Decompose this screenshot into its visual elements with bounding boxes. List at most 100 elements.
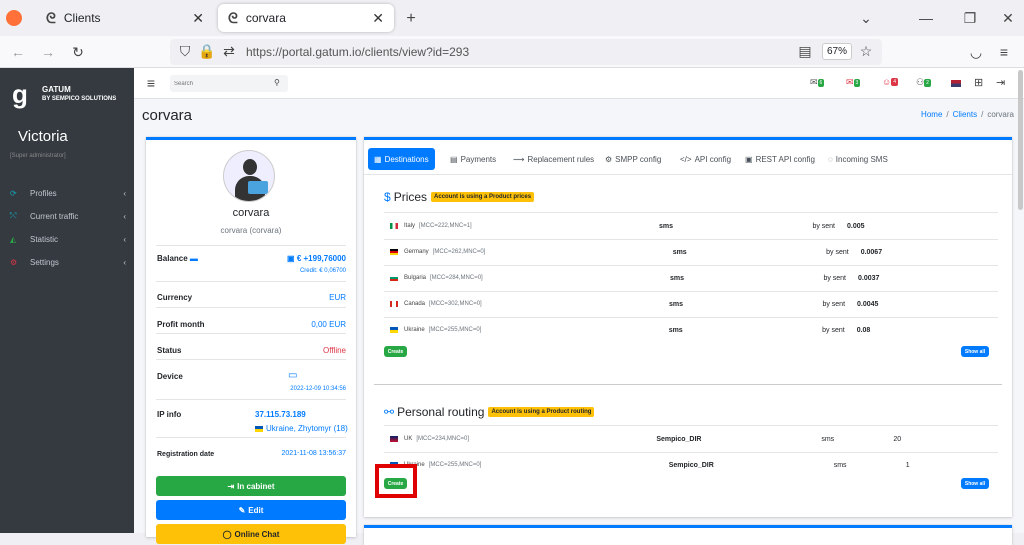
- profile-name: corvara: [232, 207, 270, 219]
- tab-incoming-sms[interactable]: ◌ Incoming SMS: [822, 148, 894, 170]
- tab-destinations[interactable]: ▦ Destinations: [368, 148, 435, 170]
- price-value: 0.0045: [857, 300, 879, 308]
- url-text[interactable]: https://portal.gatum.io/clients/view?id=…: [246, 45, 469, 59]
- ip-location[interactable]: Ukraine, Zhytomyr (18): [255, 424, 348, 433]
- edit-button[interactable]: ✎ Edit: [156, 500, 346, 520]
- ip-value[interactable]: 37.115.73.189: [255, 410, 306, 419]
- breadcrumb-home[interactable]: Home: [921, 110, 942, 119]
- in-cabinet-button[interactable]: ⇥ In cabinet: [156, 476, 346, 496]
- price-method: by sent: [812, 222, 836, 230]
- status-label: Status: [157, 346, 182, 355]
- list-tabs-icon[interactable]: ⌄: [858, 10, 874, 26]
- flag-icon: [390, 327, 398, 333]
- sidebar-item-profiles[interactable]: ⟳ Profiles ‹: [10, 185, 126, 201]
- menu-icon[interactable]: ≡: [996, 44, 1012, 60]
- flag-icon: [390, 301, 398, 307]
- next-card: [364, 525, 1012, 545]
- notif-alerts[interactable]: ✉ 3: [846, 77, 861, 88]
- tab-corvara[interactable]: ᘓ corvara ✕: [218, 4, 394, 32]
- registration-value: 2021-11-08 13:56:37: [281, 450, 346, 457]
- breadcrumb-clients[interactable]: Clients: [953, 110, 977, 119]
- price-country: Italy: [404, 223, 416, 229]
- sidebar-item-settings[interactable]: ⚙ Settings ‹: [10, 254, 126, 270]
- map-icon: ▦: [374, 154, 382, 164]
- back-icon[interactable]: ←: [10, 44, 26, 60]
- online-chat-button[interactable]: ◯ Online Chat: [156, 524, 346, 544]
- lock-icon[interactable]: 🔒: [198, 43, 215, 59]
- users-icon: ☺: [882, 77, 892, 87]
- tab-rest-api-config[interactable]: ▣ REST API config: [739, 148, 821, 170]
- price-row: Bulgaria [MCC=284,MNC=0] sms by sent 0.0037: [384, 265, 998, 291]
- price-country: Canada: [404, 301, 426, 307]
- notif-sms[interactable]: ✉ 6: [810, 77, 825, 88]
- close-tab-icon[interactable]: ✕: [372, 10, 384, 27]
- alert-icon: ✉: [846, 77, 854, 87]
- divider: [156, 437, 346, 438]
- reader-view-icon[interactable]: ▤: [798, 43, 812, 59]
- search-box[interactable]: ⚲: [170, 75, 288, 92]
- logout-icon[interactable]: ⇥: [996, 76, 1005, 89]
- new-tab-icon[interactable]: +: [402, 10, 420, 28]
- sms-icon: ✉: [810, 77, 818, 87]
- ip-label: IP info: [157, 410, 182, 419]
- zoom-level[interactable]: 67%: [822, 43, 853, 60]
- main-content: ≡ ⚲ ✉ 6 ✉ 3 ☺ 4 ⚇ 2 ⊞ ⇥ corvara Home/ Cl…: [134, 68, 1024, 545]
- price-value: 0.005: [847, 222, 865, 230]
- forward-icon[interactable]: →: [40, 44, 56, 60]
- routing-header: ⚯ Personal routing Account is using a Pr…: [384, 405, 595, 419]
- chat-icon: ◯: [222, 529, 232, 539]
- routing-show-all-button[interactable]: Show all: [961, 478, 989, 489]
- details-card: ▦ Destinations ▤ Payments ⟿ Replacement rul…: [364, 137, 1012, 517]
- balance-label: Balance ▬: [157, 254, 198, 263]
- profile-subname: corvara (corvara): [220, 226, 282, 235]
- tab-payments[interactable]: ▤ Payments: [444, 148, 502, 170]
- pocket-icon[interactable]: ◡: [968, 44, 984, 60]
- device-label: Device: [157, 372, 183, 381]
- price-type: sms: [672, 248, 687, 256]
- url-bar[interactable]: ⛉ 🔒 ⇄ https://portal.gatum.io/clients/vi…: [170, 39, 882, 65]
- sidebar-item-current-traffic[interactable]: ⤲ Current traffic ‹: [10, 208, 126, 224]
- avatar: [223, 150, 275, 202]
- restore-icon[interactable]: ❐: [962, 10, 978, 26]
- firefox-icon[interactable]: [6, 10, 22, 26]
- search-input[interactable]: [174, 77, 270, 90]
- notif-users[interactable]: ☺ 4: [882, 77, 898, 87]
- wallet-icon: ▬: [189, 254, 198, 263]
- tab-smpp-config[interactable]: ⚙ SMPP config: [599, 148, 667, 170]
- gatum-logo[interactable]: g: [12, 80, 30, 108]
- routing-priority: 1: [905, 461, 910, 469]
- tab-clients[interactable]: ᘓ Clients ✕: [36, 4, 214, 32]
- chevron-left-icon: ‹: [123, 188, 126, 198]
- highlight-box: [375, 464, 417, 498]
- page-scrollbar[interactable]: [1018, 70, 1023, 210]
- price-method: by sent: [823, 274, 847, 282]
- price-country: Ukraine: [404, 327, 425, 333]
- profiles-icon: ⟳: [10, 188, 17, 198]
- prices-show-all-button[interactable]: Show all: [961, 346, 989, 357]
- tab-api-config[interactable]: </> API config: [674, 148, 737, 170]
- notif-ops[interactable]: ⚇ 2: [916, 77, 931, 88]
- close-window-icon[interactable]: ✕: [1000, 10, 1016, 26]
- permissions-icon[interactable]: ⇄: [222, 43, 236, 59]
- device-time: 2022-12-09 10:34:56: [290, 386, 346, 392]
- divider: [156, 281, 346, 282]
- hamburger-icon[interactable]: ≡: [144, 75, 158, 91]
- search-icon[interactable]: ⚲: [274, 78, 280, 87]
- expand-icon[interactable]: ⊞: [974, 76, 983, 89]
- minimize-icon[interactable]: —: [918, 10, 934, 26]
- price-mcc: [MCC=255,MNC=0]: [428, 327, 482, 333]
- tab-replacement-rules[interactable]: ⟿ Replacement rules: [507, 148, 600, 170]
- balance-value[interactable]: ▣ € +199,76000: [287, 254, 346, 263]
- prices-create-button[interactable]: Create: [384, 346, 407, 357]
- traffic-icon: ⤲: [10, 211, 17, 220]
- user-name[interactable]: Victoria: [18, 128, 68, 145]
- close-tab-icon[interactable]: ✕: [192, 10, 204, 27]
- desktop-icon: ▭: [288, 370, 298, 381]
- reload-icon[interactable]: ↻: [70, 44, 86, 60]
- shield-icon[interactable]: ⛉: [178, 43, 192, 59]
- routing-route: Sempico_DIR: [668, 461, 714, 469]
- us-flag-icon[interactable]: [951, 80, 961, 87]
- flag-icon: [390, 275, 398, 281]
- sidebar-item-statistic[interactable]: ◭ Statistic ‹: [10, 231, 126, 247]
- bookmark-star-icon[interactable]: ☆: [858, 43, 874, 59]
